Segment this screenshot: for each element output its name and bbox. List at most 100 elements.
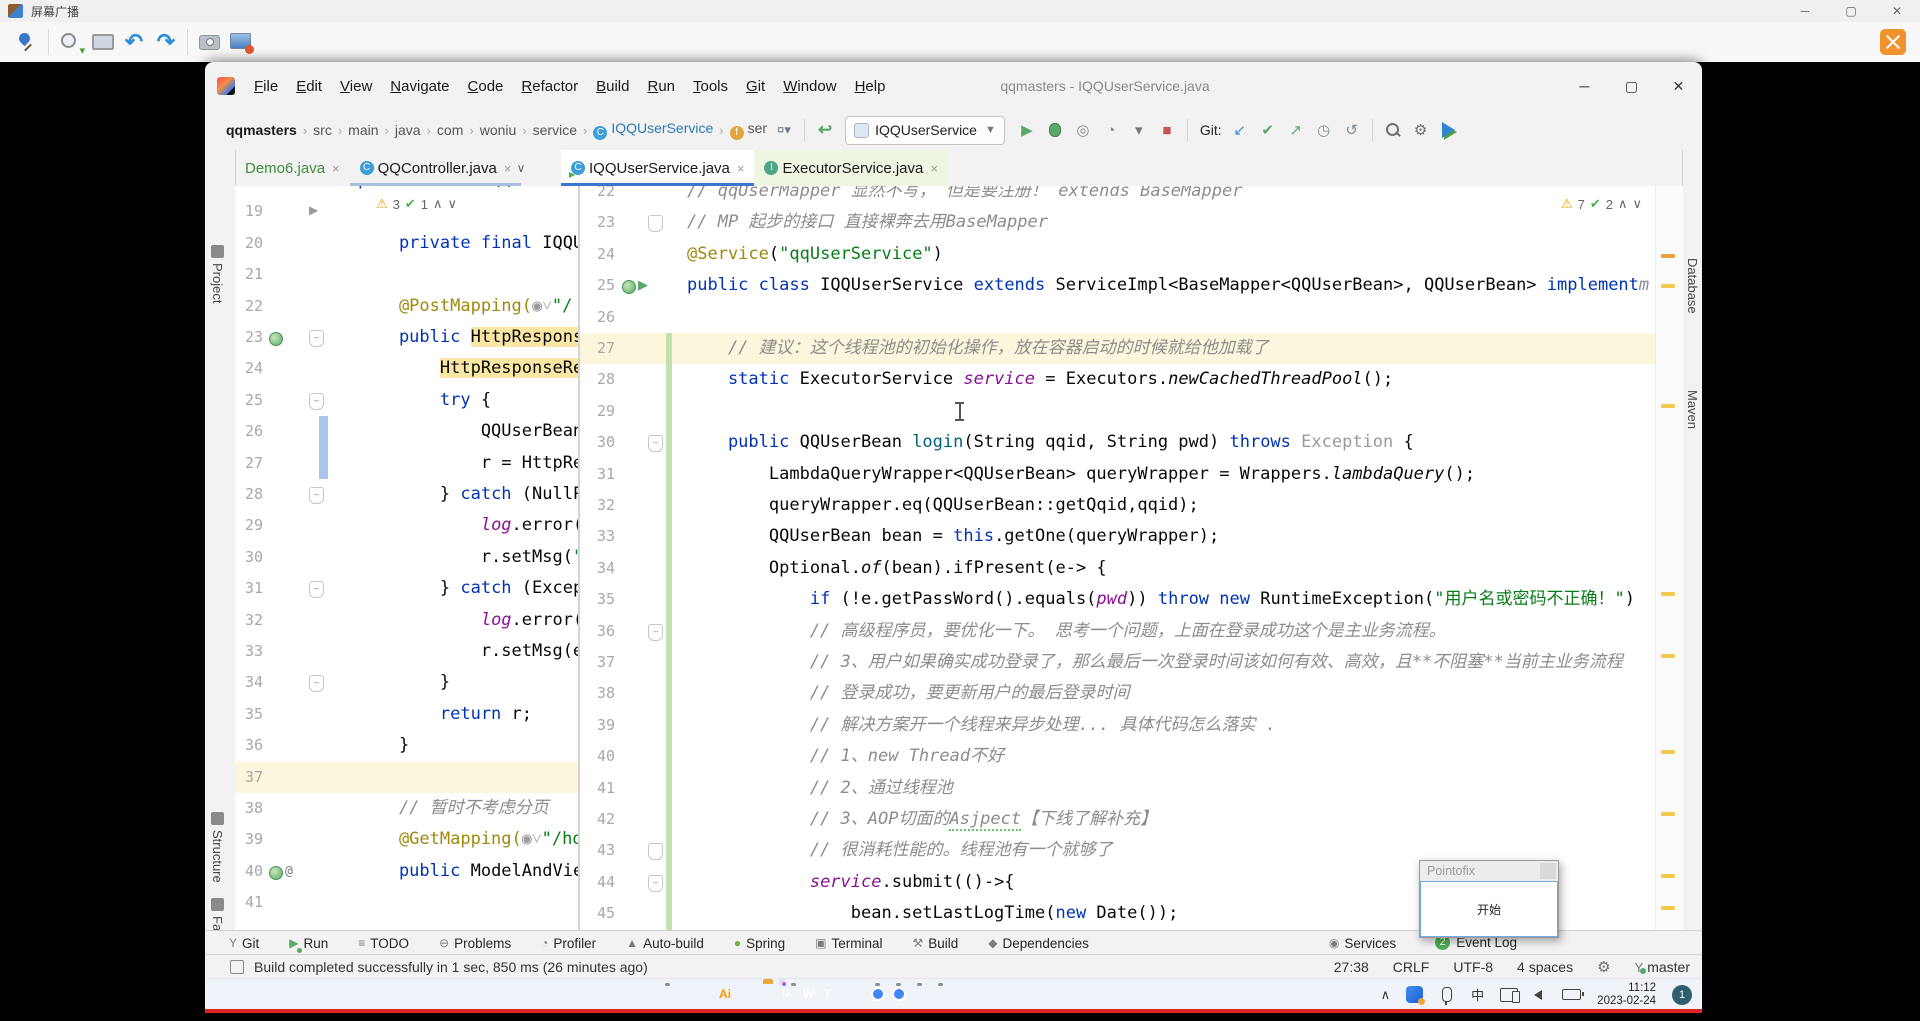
breadcrumb-item-ser[interactable]: f ser <box>727 118 770 142</box>
stripe-database[interactable]: Database <box>1685 258 1700 314</box>
fold-marker-icon[interactable]: – <box>648 435 663 453</box>
menu-run[interactable]: Run <box>638 74 684 99</box>
history-icon[interactable]: ◷ <box>1312 118 1336 142</box>
fold-marker-icon[interactable]: – <box>309 487 324 504</box>
menu-tools[interactable]: Tools <box>684 74 737 99</box>
fullscreen-icon[interactable] <box>1880 29 1906 55</box>
tool-window-toggle-icon[interactable] <box>230 960 244 974</box>
cast-screen-icon[interactable] <box>1500 987 1521 1003</box>
next-issue-icon[interactable]: ∨ <box>1633 196 1643 212</box>
prev-issue-icon[interactable]: ∧ <box>433 196 443 212</box>
tab-qqcontroller[interactable]: C QQController.java × <box>349 150 522 186</box>
maximize-icon[interactable]: ▢ <box>1828 1 1874 22</box>
breadcrumb-item-java[interactable]: java <box>392 120 424 140</box>
close-icon[interactable]: × <box>737 161 745 176</box>
tool-button-profiler[interactable]: ◔ Profiler <box>541 936 596 951</box>
pin-icon[interactable] <box>14 29 40 55</box>
security-shield-icon[interactable] <box>1406 986 1426 1005</box>
tool-button-git[interactable]: Y Git <box>229 936 259 951</box>
fold-marker-icon[interactable]: – <box>309 330 324 347</box>
user-icon[interactable]: ¤▾ <box>772 118 796 142</box>
caret-position[interactable]: 27:38 <box>1334 959 1369 975</box>
tab-list-chevron-icon[interactable]: ∨ <box>507 150 535 186</box>
pointofix-start-button[interactable]: 开始 <box>1477 901 1501 918</box>
close-icon[interactable]: ✕ <box>1655 62 1702 110</box>
git-update-icon[interactable]: ↙ <box>1228 118 1252 142</box>
inspection-widget-right[interactable]: ⚠ 7 ✔ 2 ∧ ∨ <box>1557 194 1647 214</box>
settings-gear-icon[interactable]: ⚙ <box>1597 958 1610 976</box>
dropdown-arrow-icon[interactable]: ▾ <box>1127 118 1151 142</box>
menu-view[interactable]: View <box>331 74 381 99</box>
microphone-icon[interactable] <box>1442 987 1453 1005</box>
breadcrumb-item-woniu[interactable]: woniu <box>477 120 520 140</box>
battery-icon[interactable] <box>1562 989 1585 1000</box>
menu-window[interactable]: Window <box>774 74 845 99</box>
menu-refactor[interactable]: Refactor <box>512 74 587 99</box>
fold-run-marker-icon[interactable]: ▶ <box>309 203 318 217</box>
editor-pane-qqcontroller[interactable]: 18public class QQContr19▶20 private fina… <box>235 186 578 930</box>
fold-marker-icon[interactable]: – <box>648 874 663 892</box>
fold-marker-icon[interactable]: – <box>309 675 324 693</box>
close-icon[interactable]: ✕ <box>1874 1 1920 22</box>
stripe-maven[interactable]: Maven <box>1685 390 1700 429</box>
profiler-icon[interactable]: ◔ <box>1099 118 1123 142</box>
fold-marker-icon[interactable]: – <box>648 623 663 641</box>
chevron-up-icon[interactable]: ∧ <box>1381 987 1391 1003</box>
debug-bug-icon[interactable] <box>1043 118 1067 142</box>
breadcrumb-item-src[interactable]: src <box>310 120 335 140</box>
spring-bean-icon[interactable] <box>269 332 283 346</box>
breadcrumb-item-qqmasters[interactable]: qqmasters <box>223 120 300 140</box>
breadcrumb-item-com[interactable]: com <box>434 120 466 140</box>
notification-badge[interactable]: 1 <box>1672 984 1692 1005</box>
fold-marker-icon[interactable] <box>648 843 663 861</box>
run-configuration-select[interactable]: IQQUserService ▼ <box>845 115 1005 145</box>
plugin-icon[interactable] <box>1437 118 1461 142</box>
tool-button-auto-build[interactable]: ▲ Auto-build <box>626 936 704 951</box>
git-branch-widget[interactable]: Y master <box>1635 959 1690 975</box>
screen-share-icon[interactable] <box>228 29 254 55</box>
fold-marker-icon[interactable]: – <box>309 581 324 599</box>
rollback-icon[interactable]: ↺ <box>1340 118 1364 142</box>
stop-icon[interactable]: ■ <box>1155 118 1179 142</box>
tool-button-terminal[interactable]: ▣ Terminal <box>815 936 882 951</box>
menu-help[interactable]: Help <box>846 74 895 99</box>
menu-file[interactable]: File <box>245 74 287 99</box>
run-method-icon[interactable]: ▶ <box>638 277 648 293</box>
tool-button-spring[interactable]: ● Spring <box>734 936 785 951</box>
next-issue-icon[interactable]: ∨ <box>448 196 458 212</box>
zoom-tool-icon[interactable] <box>57 29 85 57</box>
taskbar-clock[interactable]: 11:12 2023-02-24 <box>1597 982 1656 1008</box>
speaker-icon[interactable] <box>1534 989 1543 1000</box>
pointofix-titlebar[interactable]: Pointofix <box>1420 861 1558 881</box>
prev-issue-icon[interactable]: ∧ <box>1618 196 1628 212</box>
close-icon[interactable]: × <box>332 161 340 176</box>
tab-demo6[interactable]: Demo6.java × <box>235 150 350 186</box>
camera-icon[interactable] <box>196 29 222 55</box>
menu-edit[interactable]: Edit <box>287 74 331 99</box>
file-encoding[interactable]: UTF-8 <box>1453 959 1493 975</box>
ime-indicator[interactable]: 中 <box>1471 985 1484 1004</box>
tool-button-build[interactable]: ⚒ Build <box>913 936 959 951</box>
scrollbar-marker-strip[interactable] <box>1655 186 1683 930</box>
pointofix-menu-box[interactable] <box>1540 863 1556 879</box>
maximize-icon[interactable]: ▢ <box>1608 62 1655 110</box>
tool-button-problems[interactable]: ⊖ Problems <box>439 936 511 951</box>
undo-icon[interactable]: ↶ <box>121 29 147 55</box>
menu-git[interactable]: Git <box>737 74 774 99</box>
tool-button-dependencies[interactable]: ◆ Dependencies <box>988 936 1089 951</box>
monitor-icon[interactable] <box>89 29 115 55</box>
menu-code[interactable]: Code <box>459 74 513 99</box>
minimize-icon[interactable]: ─ <box>1782 1 1828 22</box>
run-icon[interactable]: ▶ <box>1015 118 1039 142</box>
close-icon[interactable]: × <box>930 161 938 176</box>
tab-executorservice[interactable]: I ExecutorService.java × <box>754 150 948 186</box>
search-icon[interactable] <box>1381 118 1405 142</box>
coverage-icon[interactable]: ◎ <box>1071 118 1095 142</box>
stripe-project[interactable]: Project <box>210 245 225 303</box>
line-separator[interactable]: CRLF <box>1393 959 1430 975</box>
inspection-widget-left[interactable]: ⚠ 3 ✔ 1 ∧ ∨ <box>372 194 462 214</box>
tool-button-todo[interactable]: ≡ TODO <box>358 936 409 951</box>
menu-build[interactable]: Build <box>587 74 638 99</box>
tool-button-run[interactable]: ▶ Run <box>289 936 328 953</box>
editor-pane-iqquserservice[interactable]: 22 // qqUserMapper 显然不写， 但是要注册！ extends B… <box>580 186 1655 930</box>
